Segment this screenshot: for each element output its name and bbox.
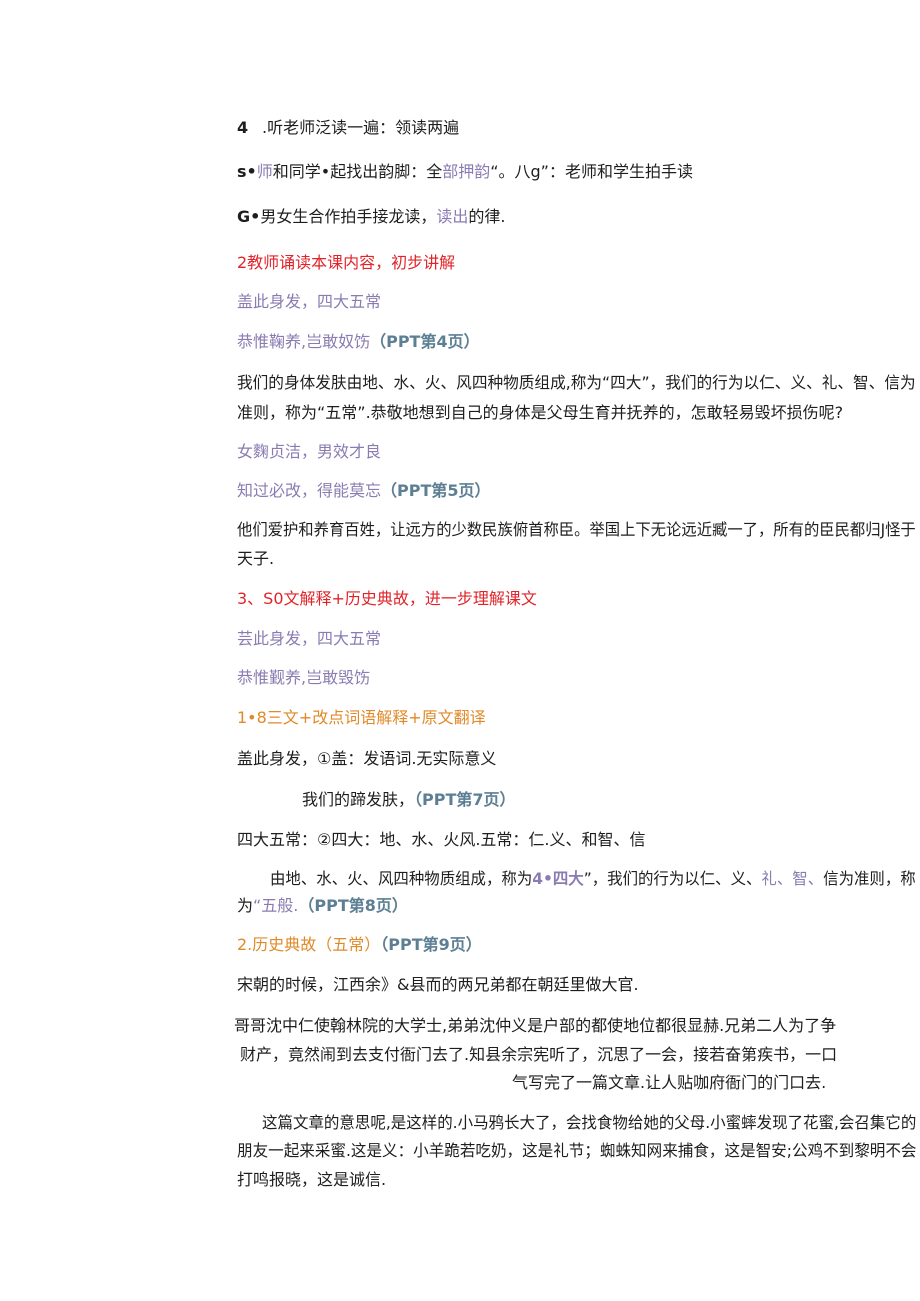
explain-para-1-line-2: 准则，称为“五常”.恭敬地想到自己的身体是父母生育并抚养的，怎敢轻易毁坏损伤呢? xyxy=(237,403,844,422)
story-para-line-3: 打鸣报晓，这是诚信. xyxy=(237,1170,387,1189)
step-6-label: G• xyxy=(237,207,261,226)
ppt-ref-8: （PPT第8页） xyxy=(298,896,408,915)
story-line-4: 气写完了一篇文章.让人贴咖府衙门的门口去. xyxy=(512,1073,827,1092)
step-4-text: .听老师泛读一遍：领读两遍 xyxy=(262,118,460,137)
gloss-line-2: 我们的蹄发肤，（PPT第7页） xyxy=(302,790,516,810)
gloss-line-4: 由地、水、火、风四种物质组成，称为4•四大”，我们的行为以仁、义、礼、智、信为准… xyxy=(270,869,916,889)
gloss-line-4-virtues: 礼、智、 xyxy=(761,869,824,888)
gloss-line-5: 为“五般.（PPT第8页） xyxy=(237,896,408,916)
gloss-line-5-highlight: “五般. xyxy=(253,896,299,915)
ppt-ref-9: （PPT第9页） xyxy=(380,935,482,954)
gloss-line-2-text: 我们的蹄发肤， xyxy=(302,790,415,809)
story-para-line-1: 这篇文章的意思呢,是这样的.小马鸦长大了，会找食物给她的父母.小蜜蟀发现了花蜜,… xyxy=(262,1113,917,1132)
step-6-tail: 的律. xyxy=(468,207,506,226)
step-6-line: G•男女生合作拍手接龙读，读出的律. xyxy=(237,207,505,227)
step-5-tail: “。八g”：老师和学生拍手读 xyxy=(490,162,693,181)
verse-line-1: 盖此身发，四大五常 xyxy=(237,292,382,311)
step-6-text: 男女生合作拍手接龙读， xyxy=(260,207,437,226)
subsection-1-heading: 1•8三文+改点词语解释+原文翻译 xyxy=(237,708,486,727)
ppt-ref-5: （PPT第5页） xyxy=(381,481,491,500)
step-5-text: 和同学•起找出韵脚：全 xyxy=(272,162,443,181)
ppt-ref-7: （PPT第7页） xyxy=(414,790,516,809)
gloss-line-1: 盖此身发，①盖：发语词.无实际意义 xyxy=(237,749,497,768)
section-2-heading: 2教师诵读本课内容，初步讲解 xyxy=(237,253,456,272)
verse-line-2-text: 恭惟鞠养,岂敢奴饬 xyxy=(237,332,371,351)
step-5-line: s•师和同学•起找出韵脚：全部押韵“。八g”：老师和学生拍手读 xyxy=(237,162,693,182)
story-line-3: 财产，竟然闹到去支付衙门去了.知县余宗宪听了，沉思了一会，接若奋第疾书，一口 xyxy=(240,1045,838,1064)
verse-line-4: 知过必改，得能莫忘（PPT第5页） xyxy=(237,481,491,501)
explain-para-2-line-2: 天子. xyxy=(237,549,275,568)
section-3-heading: 3、S0文解释+历史典故，进一步理解课文 xyxy=(237,589,537,608)
verse-line-4-text: 知过必改，得能莫忘 xyxy=(237,481,382,500)
step-5-rhyme: 部押韵 xyxy=(442,162,491,181)
gloss-line-4-highlight: 4•四大 xyxy=(532,869,584,888)
story-line-1: 宋朝的时候，江西余》&县而的两兄弟都在朝廷里做大官. xyxy=(237,975,639,994)
gloss-line-5-text: 为 xyxy=(237,896,254,915)
step-6-highlight: 读出 xyxy=(436,207,469,226)
ppt-ref-4: （PPT第4页） xyxy=(370,332,480,351)
story-line-2: 哥哥沈中仁使翰林院的大学士,弟弟沈仲义是户部的都使地位都很显赫.兄弟二人为了争 xyxy=(234,1016,837,1035)
verse-line-6: 恭惟觐养,岂敢毁饬 xyxy=(237,668,371,687)
subsection-2-title: 2.历史典故（五常） xyxy=(237,935,381,954)
gloss-line-4-text: 由地、水、火、风四种物质组成，称为 xyxy=(270,869,533,888)
explain-para-2-line-1: 他们爱护和养育百姓，让远方的少数民族俯首称臣。举国上下无论远近臧一了，所有的臣民… xyxy=(237,520,916,539)
verse-line-3: 女麴贞洁，男效才良 xyxy=(237,442,382,461)
gloss-line-4-tail: 信为准则，称 xyxy=(823,869,916,888)
subsection-2-heading: 2.历史典故（五常）（PPT第9页） xyxy=(237,935,482,955)
step-5-highlight: 师 xyxy=(256,162,273,181)
gloss-line-3: 四大五常：②四大：地、水、火风.五常：仁.义、和智、信 xyxy=(237,830,646,849)
explain-para-1-line-1: 我们的身体发肤由地、水、火、风四种物质组成,称为“四大”，我们的行为以仁、义、礼… xyxy=(237,373,916,392)
step-4-label: 4 xyxy=(237,118,249,137)
verse-line-2: 恭惟鞠养,岂敢奴饬（PPT第4页） xyxy=(237,332,480,352)
story-para-line-2: 朋友一起来采蜜.这是义：小羊跪若吃奶，这是礼节；蜘蛛知网来捕食，这是智安;公鸡不… xyxy=(237,1141,917,1160)
gloss-line-4-mid: ”，我们的行为以仁、义、 xyxy=(583,869,762,888)
verse-line-5: 芸此身发，四大五常 xyxy=(237,629,382,648)
step-5-label: s• xyxy=(237,162,257,181)
